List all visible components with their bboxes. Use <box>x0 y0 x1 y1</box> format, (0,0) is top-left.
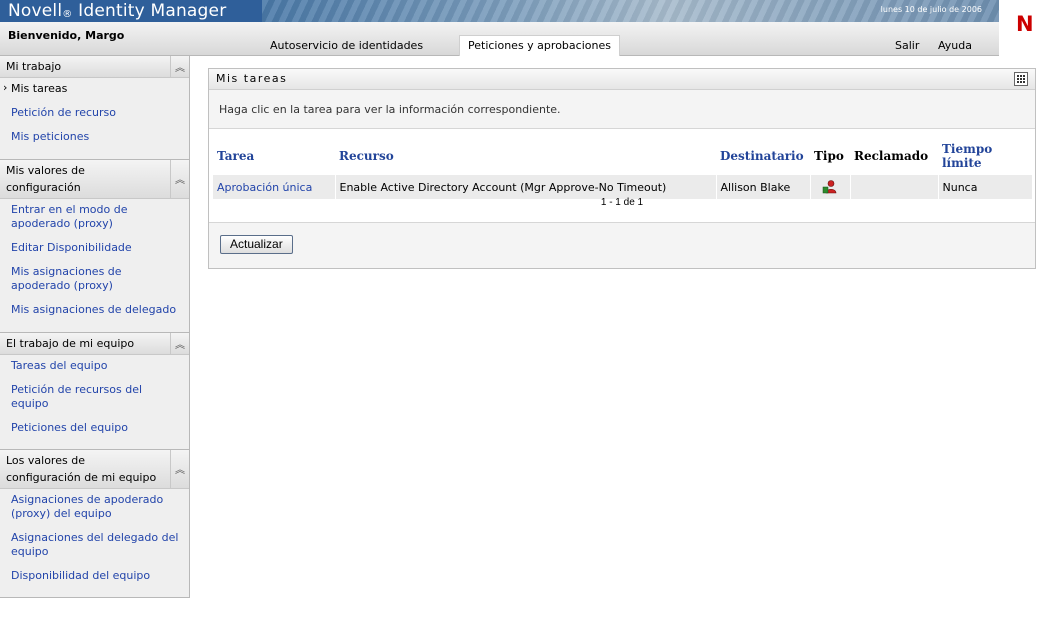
welcome-text: Bienvenido, Margo <box>8 29 125 42</box>
section-title: Los valores de configuración de mi equip… <box>0 450 189 488</box>
double-chevron-up-icon[interactable]: ︽ <box>170 450 189 488</box>
section-title: El trabajo de mi equipo <box>6 337 135 350</box>
section-title-line: configuración de mi equipo <box>6 471 157 484</box>
sidebar-item-my-proxy-assignments[interactable]: Mis asignaciones de apoderado (proxy) <box>0 265 189 293</box>
table-header-row: Tarea Recurso Destinatario Tipo Reclamad… <box>213 139 1033 175</box>
task-type <box>810 175 851 199</box>
table-row[interactable]: Aprobación única Enable Active Directory… <box>213 175 1033 199</box>
sidebar-section-team-settings: Los valores de configuración de mi equip… <box>0 449 189 583</box>
sidebar-section-my-settings: Mis valores de configuración ︽ Entrar en… <box>0 159 189 317</box>
my-tasks-panel: Mis tareas Haga clic en la tarea para ve… <box>208 68 1036 269</box>
sidebar-item-team-requests[interactable]: Peticiones del equipo <box>0 421 189 435</box>
tab-requests-approvals[interactable]: Peticiones y aprobaciones <box>459 35 620 56</box>
grid-view-icon[interactable] <box>1014 72 1028 86</box>
task-deadline: Nunca <box>938 175 1033 199</box>
section-header[interactable]: Los valores de configuración de mi equip… <box>0 449 189 489</box>
tab-self-service[interactable]: Autoservicio de identidades <box>262 36 431 55</box>
product-title: Novell® Identity Manager <box>8 1 226 21</box>
current-date: lunes 10 de julio de 2006 <box>880 5 982 14</box>
page-title: Mis tareas <box>216 72 288 85</box>
sidebar-item-edit-availability[interactable]: Editar Disponibilidade <box>0 241 189 255</box>
header-nav-bar: Bienvenido, Margo Autoservicio de identi… <box>0 22 999 56</box>
column-header-resource[interactable]: Recurso <box>335 139 716 175</box>
section-title-line: configuración <box>6 181 81 194</box>
brand-bar: Novell® Identity Manager <box>0 0 262 22</box>
sidebar-item-my-requests[interactable]: Mis peticiones <box>0 130 189 144</box>
column-header-task[interactable]: Tarea <box>213 139 335 175</box>
brand-name: Novell <box>8 1 63 21</box>
task-resource: Enable Active Directory Account (Mgr App… <box>335 175 717 199</box>
task-claimed <box>850 175 939 199</box>
double-chevron-up-icon[interactable]: ︽ <box>170 56 189 77</box>
section-title-line: Mis valores de <box>6 164 85 177</box>
column-header-type: Tipo <box>814 149 844 163</box>
section-title: Mis valores de configuración <box>0 160 189 198</box>
registered-mark: ® <box>62 9 73 20</box>
sidebar-item-team-proxy-assignments[interactable]: Asignaciones de apoderado (proxy) del eq… <box>0 493 189 521</box>
panel-header: Mis tareas <box>209 69 1035 90</box>
sidebar-item-my-delegate-assignments[interactable]: Mis asignaciones de delegado <box>0 303 189 317</box>
tasks-table: Tarea Recurso Destinatario Tipo Reclamad… <box>213 139 1033 199</box>
refresh-button[interactable]: Actualizar <box>220 235 293 254</box>
double-chevron-up-icon[interactable]: ︽ <box>170 333 189 354</box>
section-header[interactable]: El trabajo de mi equipo ︽ <box>0 332 189 355</box>
double-chevron-up-icon[interactable]: ︽ <box>170 160 189 198</box>
sidebar-item-my-tasks[interactable]: Mis tareas <box>0 81 189 96</box>
panel-footer: Actualizar <box>209 222 1035 268</box>
banner: Novell® Identity Manager lunes 10 de jul… <box>0 0 1053 56</box>
task-name-link[interactable]: Aprobación única <box>213 175 336 199</box>
sidebar-item-enter-proxy-mode[interactable]: Entrar en el modo de apoderado (proxy) <box>0 203 189 231</box>
intro-bar: Haga clic en la tarea para ver la inform… <box>209 90 1035 129</box>
column-header-claimed: Reclamado <box>854 149 929 163</box>
column-header-deadline[interactable]: Tiempo límite <box>938 139 1033 175</box>
product-name: Identity Manager <box>78 1 227 21</box>
sidebar-item-team-delegate-assignments[interactable]: Asignaciones del delegado del equipo <box>0 531 189 559</box>
help-link[interactable]: Ayuda <box>938 36 972 55</box>
sidebar: Mi trabajo ︽ Mis tareas Petición de recu… <box>0 55 190 598</box>
section-header[interactable]: Mi trabajo ︽ <box>0 55 189 78</box>
sidebar-section-my-work: Mi trabajo ︽ Mis tareas Petición de recu… <box>0 55 189 144</box>
section-title-line: Los valores de <box>6 454 85 467</box>
section-title: Mi trabajo <box>6 60 62 73</box>
section-header[interactable]: Mis valores de configuración ︽ <box>0 159 189 199</box>
logout-link[interactable]: Salir <box>895 36 919 55</box>
sidebar-item-resource-request[interactable]: Petición de recurso <box>0 106 189 120</box>
task-recipient: Allison Blake <box>716 175 811 199</box>
novell-logo: N <box>1016 12 1034 36</box>
sidebar-item-team-tasks[interactable]: Tareas del equipo <box>0 359 189 373</box>
user-approval-icon <box>822 180 838 194</box>
intro-text: Haga clic en la tarea para ver la inform… <box>219 103 561 116</box>
sidebar-item-team-availability[interactable]: Disponibilidad del equipo <box>0 569 189 583</box>
pagination-info: 1 - 1 de 1 <box>600 197 644 208</box>
sidebar-item-team-resource-request[interactable]: Petición de recursos del equipo <box>0 383 189 411</box>
sidebar-section-team-work: El trabajo de mi equipo ︽ Tareas del equ… <box>0 332 189 435</box>
column-header-recipient[interactable]: Destinatario <box>716 139 810 175</box>
